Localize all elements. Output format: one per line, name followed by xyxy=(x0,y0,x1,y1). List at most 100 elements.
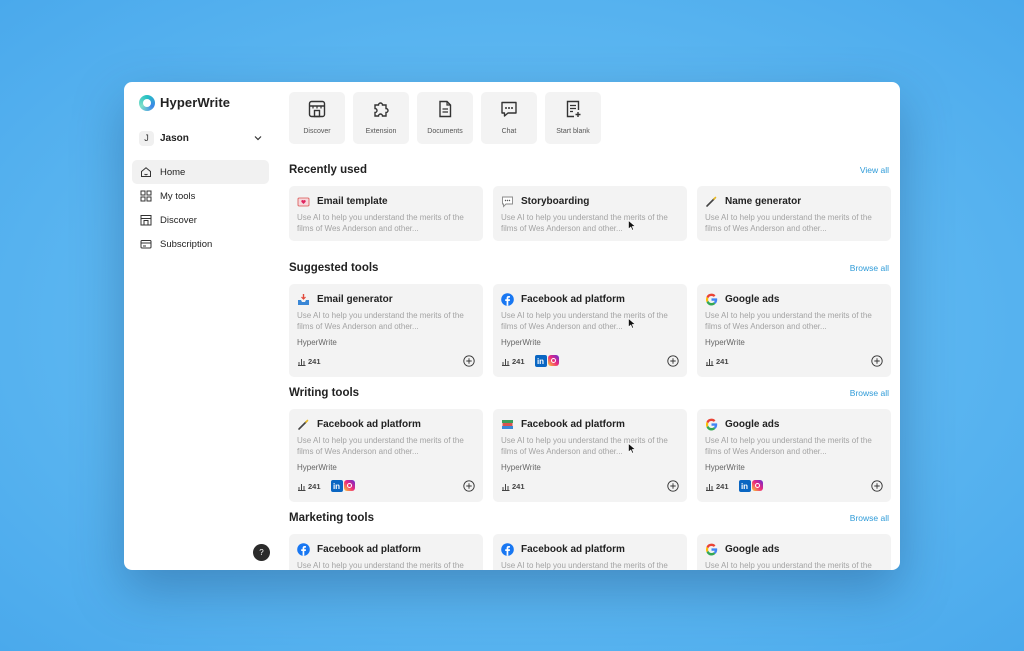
card-description: Use AI to help you understand the merits… xyxy=(501,213,668,233)
section-title: Recently used xyxy=(289,164,367,176)
usage-stat: 241 xyxy=(297,357,321,366)
facebook-icon xyxy=(297,543,310,556)
card-title: Storyboarding xyxy=(521,196,590,207)
facebook-icon xyxy=(501,543,514,556)
sidebar-item-subscription[interactable]: Subscription xyxy=(132,232,269,256)
puzzle-icon xyxy=(374,102,389,117)
app-window: HyperWrite J Jason Home My tools Discove… xyxy=(124,82,900,570)
add-circle-icon[interactable] xyxy=(871,355,883,367)
browse-all-link[interactable]: Browse all xyxy=(850,388,889,398)
card-title: Facebook ad platform xyxy=(317,544,421,555)
tool-card[interactable]: Google ads Use AI to help you understand… xyxy=(697,534,891,570)
card-description: Use AI to help you understand the merits… xyxy=(297,561,464,570)
linkedin-icon: in xyxy=(534,355,547,367)
card-author: HyperWrite xyxy=(297,463,337,472)
section-header-suggested-tools: Suggested tools Browse all xyxy=(289,262,889,274)
tool-card[interactable]: Storyboarding Use AI to help you underst… xyxy=(493,186,687,241)
card-description: Use AI to help you understand the merits… xyxy=(297,213,464,233)
mouse-cursor-icon xyxy=(628,443,636,454)
usage-stat: 241 xyxy=(501,357,525,366)
quick-actions: Discover Extension Documents Chat Start … xyxy=(289,92,601,144)
hyperwrite-logo-icon xyxy=(139,94,155,111)
quick-action-label: Documents xyxy=(427,128,463,135)
books-icon xyxy=(501,418,514,431)
card-title: Facebook ad platform xyxy=(521,544,625,555)
tool-card[interactable]: Email template Use AI to help you unders… xyxy=(289,186,483,241)
quick-action-documents[interactable]: Documents xyxy=(417,92,473,144)
help-button[interactable]: ? xyxy=(253,544,270,561)
magic-wand-icon xyxy=(705,195,718,208)
instagram-icon xyxy=(547,355,559,366)
card-title: Name generator xyxy=(725,196,802,207)
tool-card[interactable]: Facebook ad platform Use AI to help you … xyxy=(493,284,687,377)
card-description: Use AI to help you understand the merits… xyxy=(705,436,872,456)
card-description: Use AI to help you understand the merits… xyxy=(501,311,668,331)
sidebar-item-label: My tools xyxy=(160,190,196,202)
google-icon xyxy=(705,543,718,556)
card-description: Use AI to help you understand the merits… xyxy=(705,561,872,570)
card-author: HyperWrite xyxy=(501,463,541,472)
instagram-icon xyxy=(751,480,763,491)
add-circle-icon[interactable] xyxy=(463,480,475,492)
card-title: Google ads xyxy=(725,294,780,305)
quick-action-label: Chat xyxy=(501,128,517,135)
card-title: Facebook ad platform xyxy=(317,419,421,430)
card-description: Use AI to help you understand the merits… xyxy=(297,436,464,456)
tool-card[interactable]: Facebook ad platform Use AI to help you … xyxy=(289,534,483,570)
store-icon xyxy=(308,100,326,118)
quick-action-start-blank[interactable]: Start blank xyxy=(545,92,601,144)
magic-wand-icon xyxy=(297,418,310,431)
card-title: Google ads xyxy=(725,544,780,555)
usage-count: 241 xyxy=(512,481,525,491)
card-description: Use AI to help you understand the merits… xyxy=(501,561,668,570)
tool-card[interactable]: Google ads Use AI to help you understand… xyxy=(697,409,891,502)
section-title: Suggested tools xyxy=(289,262,379,274)
facebook-icon xyxy=(501,293,514,306)
tool-card[interactable]: Email generator Use AI to help you under… xyxy=(289,284,483,377)
sidebar-item-discover[interactable]: Discover xyxy=(132,208,269,232)
section-header-recently-used: Recently used View all xyxy=(289,164,889,176)
browse-all-link[interactable]: Browse all xyxy=(850,263,889,273)
usage-count: 241 xyxy=(308,481,321,491)
card-description: Use AI to help you understand the merits… xyxy=(501,436,668,456)
add-circle-icon[interactable] xyxy=(463,355,475,367)
add-circle-icon[interactable] xyxy=(871,480,883,492)
tool-card[interactable]: Name generator Use AI to help you unders… xyxy=(697,186,891,241)
grid-icon xyxy=(140,190,152,202)
add-circle-icon[interactable] xyxy=(667,480,679,492)
document-icon xyxy=(439,100,452,118)
brand-name: HyperWrite xyxy=(160,95,231,110)
sidebar: HyperWrite J Jason Home My tools Discove… xyxy=(124,82,276,570)
section-title: Marketing tools xyxy=(289,512,374,524)
card-title: Email generator xyxy=(317,294,393,305)
quick-action-label: Discover xyxy=(303,128,331,135)
tool-card[interactable]: Facebook ad platform Use AI to help you … xyxy=(493,409,687,502)
social-icons: in xyxy=(738,480,763,492)
sidebar-item-home[interactable]: Home xyxy=(132,160,269,184)
bar-chart-icon xyxy=(502,483,510,491)
brand[interactable]: HyperWrite xyxy=(139,94,276,111)
usage-stat: 241 xyxy=(297,482,321,491)
tool-card[interactable]: Facebook ad platform Use AI to help you … xyxy=(289,409,483,502)
tool-card[interactable]: Facebook ad platform Use AI to help you … xyxy=(493,534,687,570)
usage-stat: 241 xyxy=(705,357,729,366)
section-header-writing-tools: Writing tools Browse all xyxy=(289,387,889,399)
sidebar-item-my-tools[interactable]: My tools xyxy=(132,184,269,208)
user-switcher[interactable]: J Jason xyxy=(139,128,263,148)
card-author: HyperWrite xyxy=(705,338,745,347)
social-icons: in xyxy=(330,480,355,492)
add-circle-icon[interactable] xyxy=(667,355,679,367)
quick-action-extension[interactable]: Extension xyxy=(353,92,409,144)
quick-action-chat[interactable]: Chat xyxy=(481,92,537,144)
quick-action-discover[interactable]: Discover xyxy=(289,92,345,144)
usage-count: 241 xyxy=(512,356,525,366)
inbox-tray-icon xyxy=(297,293,310,306)
usage-stat: 241 xyxy=(705,482,729,491)
card-description: Use AI to help you understand the merits… xyxy=(705,311,872,331)
browse-all-link[interactable]: Browse all xyxy=(850,513,889,523)
bar-chart-icon xyxy=(706,358,714,366)
card-description: Use AI to help you understand the merits… xyxy=(705,213,872,233)
view-all-link[interactable]: View all xyxy=(860,165,889,175)
user-name: Jason xyxy=(160,132,189,144)
tool-card[interactable]: Google ads Use AI to help you understand… xyxy=(697,284,891,377)
